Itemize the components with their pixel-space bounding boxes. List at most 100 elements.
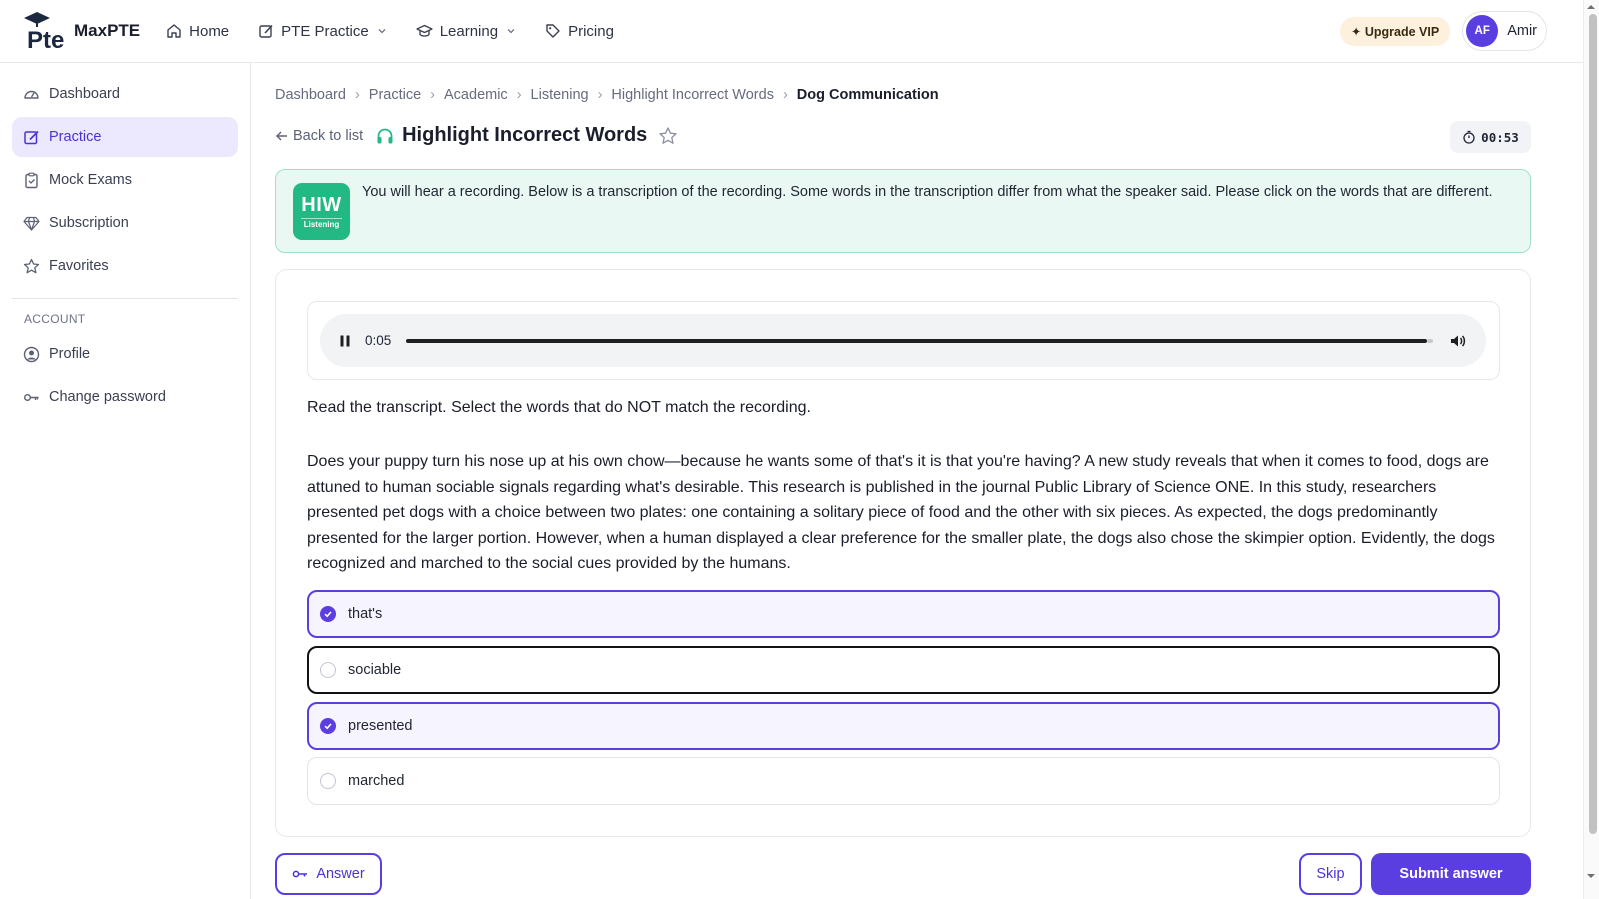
option-item[interactable]: marched <box>307 757 1500 805</box>
answer-button[interactable]: Answer <box>275 853 382 895</box>
nav-home-label: Home <box>189 22 230 40</box>
stopwatch-icon <box>1463 130 1475 144</box>
back-to-list-label: Back to list <box>293 127 364 144</box>
breadcrumb-item[interactable]: Highlight Incorrect Words <box>611 87 774 103</box>
check-circle-icon <box>320 718 336 734</box>
chevron-right-icon: › <box>516 87 522 103</box>
nav-home[interactable]: Home <box>166 23 229 40</box>
sidebar-section-heading: ACCOUNT <box>24 312 86 326</box>
breadcrumb-item[interactable]: Dashboard <box>275 87 346 103</box>
sidebar-item-favorites[interactable]: Favorites <box>12 246 238 286</box>
chevron-down-icon <box>507 29 515 34</box>
nav-pte-practice[interactable]: PTE Practice <box>258 23 387 40</box>
option-item[interactable]: presented <box>307 702 1500 750</box>
question-card: 0:05 Read the transcript. Select the wor… <box>275 269 1531 837</box>
nav-pricing-label: Pricing <box>568 22 614 40</box>
clipboard-icon <box>25 172 38 188</box>
submit-answer-button[interactable]: Submit answer <box>1371 853 1531 895</box>
audio-progress-bar[interactable] <box>406 338 1434 343</box>
main-nav: Home PTE Practice Learning Pricing <box>166 23 643 40</box>
edit-icon <box>259 24 273 38</box>
key-icon <box>292 870 308 878</box>
edit-icon <box>24 130 39 144</box>
sidebar-item-dashboard[interactable]: Dashboard <box>12 74 238 114</box>
sidebar-item-subscription[interactable]: Subscription <box>12 203 238 243</box>
pause-icon[interactable] <box>338 334 352 348</box>
favorite-star-icon[interactable] <box>658 126 678 146</box>
nav-learning[interactable]: Learning <box>416 23 516 40</box>
radio-empty-icon <box>320 662 336 678</box>
audio-player: 0:05 <box>320 314 1486 367</box>
question-prompt: Read the transcript. Select the words th… <box>307 399 811 416</box>
nav-learning-label: Learning <box>439 22 499 40</box>
chevron-right-icon: › <box>597 87 603 103</box>
back-to-list-link[interactable]: Back to list <box>275 128 363 144</box>
top-right-actions: ✦ Upgrade VIP AF Amir <box>1339 11 1547 51</box>
breadcrumb: Dashboard › Practice › Academic › Listen… <box>275 87 939 103</box>
sidebar-item-profile[interactable]: Profile <box>12 334 238 374</box>
sidebar-item-label: Mock Exams <box>49 172 132 188</box>
breadcrumb-item[interactable]: Academic <box>444 87 508 103</box>
timer-value: 00:53 <box>1481 129 1519 145</box>
logo-mark: Pte <box>22 11 70 54</box>
scrollbar-thumb[interactable] <box>1589 14 1597 834</box>
option-item[interactable]: that's <box>307 590 1500 638</box>
option-label: presented <box>348 718 413 734</box>
sidebar-item-change-password[interactable]: Change password <box>12 377 238 417</box>
user-menu[interactable]: AF Amir <box>1462 11 1547 51</box>
nav-pte-practice-label: PTE Practice <box>281 22 369 40</box>
scroll-down-arrow-icon[interactable] <box>1585 872 1597 880</box>
countdown-timer: 00:53 <box>1450 121 1531 153</box>
key-icon <box>24 393 39 401</box>
chevron-right-icon: › <box>782 87 788 103</box>
sidebar-divider <box>12 298 238 299</box>
sidebar-item-label: Favorites <box>49 258 109 274</box>
task-section-label: Listening <box>301 218 342 229</box>
graduation-cap-icon <box>416 24 433 37</box>
radio-empty-icon <box>320 773 336 789</box>
sidebar-item-practice[interactable]: Practice <box>12 117 238 157</box>
sidebar-item-mock-exams[interactable]: Mock Exams <box>12 160 238 200</box>
skip-button[interactable]: Skip <box>1299 853 1362 895</box>
option-label: marched <box>348 773 405 789</box>
top-navbar: Pte MaxPTE Home PTE Practice Learning Pr… <box>0 0 1583 63</box>
breadcrumb-item[interactable]: Listening <box>531 87 589 103</box>
instruction-banner: HIW Listening You will hear a recording.… <box>275 169 1531 253</box>
check-circle-icon <box>320 606 336 622</box>
tag-icon <box>546 24 560 38</box>
option-label: that's <box>348 606 383 622</box>
sidebar: Dashboard Practice Mock Exams Subscripti… <box>0 63 251 899</box>
sidebar-item-label: Change password <box>49 389 166 405</box>
answer-button-label: Answer <box>316 866 365 882</box>
sidebar-item-label: Profile <box>49 346 91 362</box>
chevron-right-icon: › <box>354 87 360 103</box>
audio-player-container: 0:05 <box>307 301 1500 380</box>
arrow-left-icon <box>276 131 287 140</box>
user-name: Amir <box>1507 23 1537 39</box>
graduation-cap-logo-icon: Pte <box>24 12 64 54</box>
task-type-code: HIW <box>301 194 342 216</box>
avatar: AF <box>1466 15 1499 47</box>
user-circle-icon <box>23 346 40 362</box>
svg-text:Pte: Pte <box>27 27 64 51</box>
breadcrumb-item[interactable]: Practice <box>369 87 421 103</box>
option-item[interactable]: sociable <box>307 646 1500 694</box>
home-icon <box>167 24 181 38</box>
brand-logo[interactable]: Pte MaxPTE <box>22 11 140 54</box>
volume-icon[interactable] <box>1449 332 1467 350</box>
chevron-down-icon <box>378 29 386 34</box>
audio-progress-remaining <box>1427 338 1434 343</box>
sidebar-item-label: Dashboard <box>49 86 120 102</box>
nav-pricing[interactable]: Pricing <box>545 23 614 40</box>
chevron-right-icon: › <box>430 87 436 103</box>
sidebar-item-label: Subscription <box>49 215 129 231</box>
page-header: Back to list Highlight Incorrect Words <box>275 124 678 147</box>
option-label: sociable <box>348 662 402 678</box>
audio-current-time: 0:05 <box>365 333 392 348</box>
transcript-text[interactable]: Does your puppy turn his nose up at his … <box>307 449 1502 577</box>
breadcrumb-current: Dog Communication <box>796 87 939 103</box>
headphones-icon <box>377 128 393 143</box>
task-type-badge: HIW Listening <box>293 183 350 240</box>
upgrade-vip-button[interactable]: ✦ Upgrade VIP <box>1339 16 1451 46</box>
scroll-up-arrow-icon[interactable] <box>1585 3 1597 11</box>
